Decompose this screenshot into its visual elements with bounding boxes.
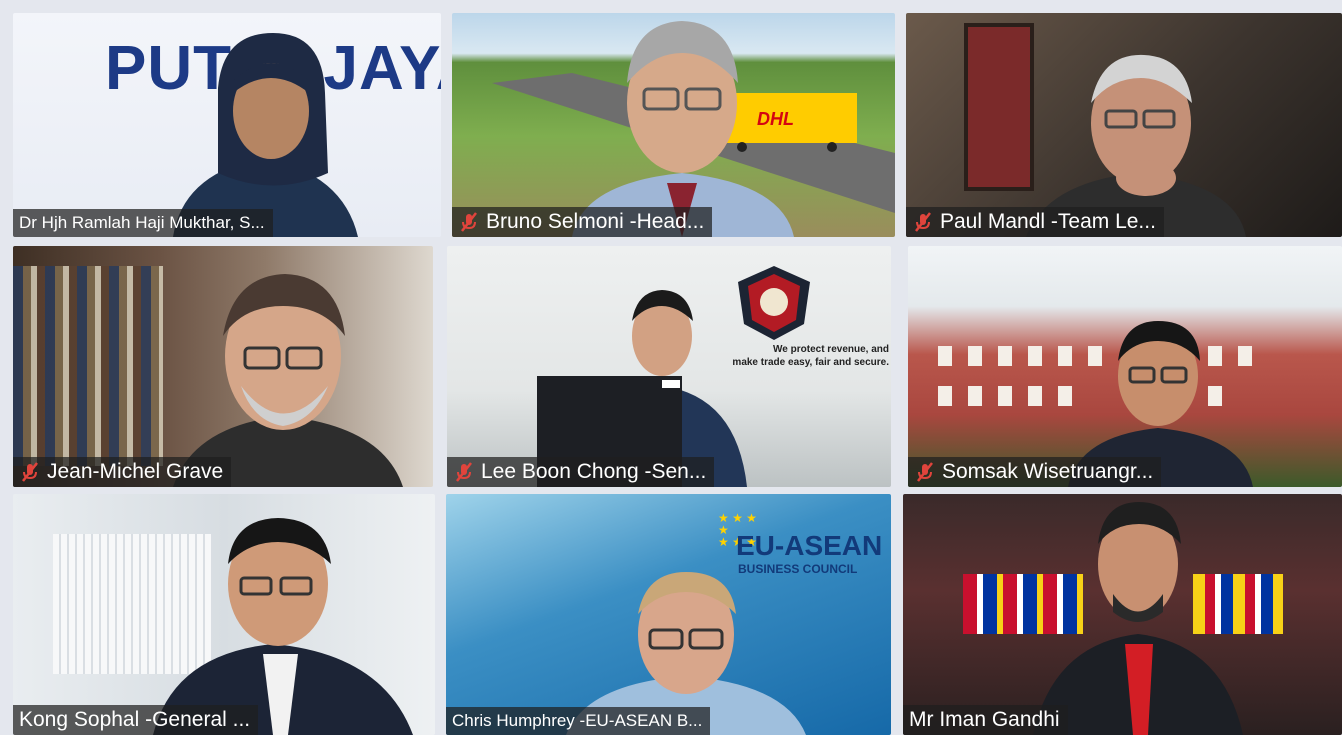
participant-name-label: Paul Mandl -Team Le... xyxy=(906,207,1164,237)
participant-name-label: Dr Hjh Ramlah Haji Mukthar, S... xyxy=(13,209,273,237)
participant-video xyxy=(537,290,747,487)
participant-name-label: Jean-Michel Grave xyxy=(13,457,232,487)
video-tile-4[interactable]: Jean-Michel Grave xyxy=(13,246,433,487)
microphone-muted-icon xyxy=(456,462,472,482)
participant-name: Dr Hjh Ramlah Haji Mukthar, S... xyxy=(19,213,265,232)
participant-video xyxy=(572,21,794,237)
participant-name: Mr Iman Gandhi xyxy=(909,708,1060,731)
participant-name: Somsak Wisetruangr... xyxy=(942,460,1154,483)
participant-name-label: Mr Iman Gandhi xyxy=(903,705,1068,735)
participant-name-label: Somsak Wisetruangr... xyxy=(908,457,1162,487)
participant-name: Chris Humphrey -EU-ASEAN B... xyxy=(452,711,703,730)
video-grid: PUTRAJAYA Dr Hjh Ramlah Haji Mukthar, S.… xyxy=(0,0,1342,735)
video-tile-6[interactable]: Somsak Wisetruangr... xyxy=(908,246,1342,487)
bookshelf xyxy=(13,266,163,466)
microphone-muted-icon xyxy=(461,212,477,232)
video-tile-5[interactable]: We protect revenue, and make trade easy,… xyxy=(447,246,891,487)
participant-name-label: Chris Humphrey -EU-ASEAN B... xyxy=(446,707,711,735)
video-tile-2[interactable]: DHL Bruno Selmoni -Head... xyxy=(452,13,895,237)
participant-name: Paul Mandl -Team Le... xyxy=(940,210,1156,233)
participant-name: Bruno Selmoni -Head... xyxy=(486,210,705,233)
microphone-muted-icon xyxy=(22,462,38,482)
video-tile-7[interactable]: Kong Sophal -General ... xyxy=(13,494,435,735)
microphone-muted-icon xyxy=(915,212,931,232)
participant-video xyxy=(1033,502,1243,735)
participant-name-label: Kong Sophal -General ... xyxy=(13,705,259,735)
participant-name-label: Bruno Selmoni -Head... xyxy=(452,207,713,237)
participant-video xyxy=(173,274,403,487)
participant-name: Lee Boon Chong -Sen... xyxy=(481,460,707,483)
participant-video xyxy=(173,33,358,237)
euasean-title: EU-ASEAN xyxy=(736,530,883,561)
participant-name: Kong Sophal -General ... xyxy=(19,708,251,731)
video-tile-3[interactable]: Paul Mandl -Team Le... xyxy=(906,13,1342,237)
video-tile-8[interactable]: ★ ★ ★ ★ ★ ★ ★ EU-ASEAN BUSINESS COUNCIL C… xyxy=(446,494,891,735)
video-tile-1[interactable]: PUTRAJAYA Dr Hjh Ramlah Haji Mukthar, S.… xyxy=(13,13,441,237)
participant-video xyxy=(153,518,413,735)
microphone-muted-icon xyxy=(917,462,933,482)
participant-name-label: Lee Boon Chong -Sen... xyxy=(447,457,715,487)
participant-name: Jean-Michel Grave xyxy=(47,460,224,483)
video-tile-9[interactable]: Mr Iman Gandhi xyxy=(903,494,1342,735)
